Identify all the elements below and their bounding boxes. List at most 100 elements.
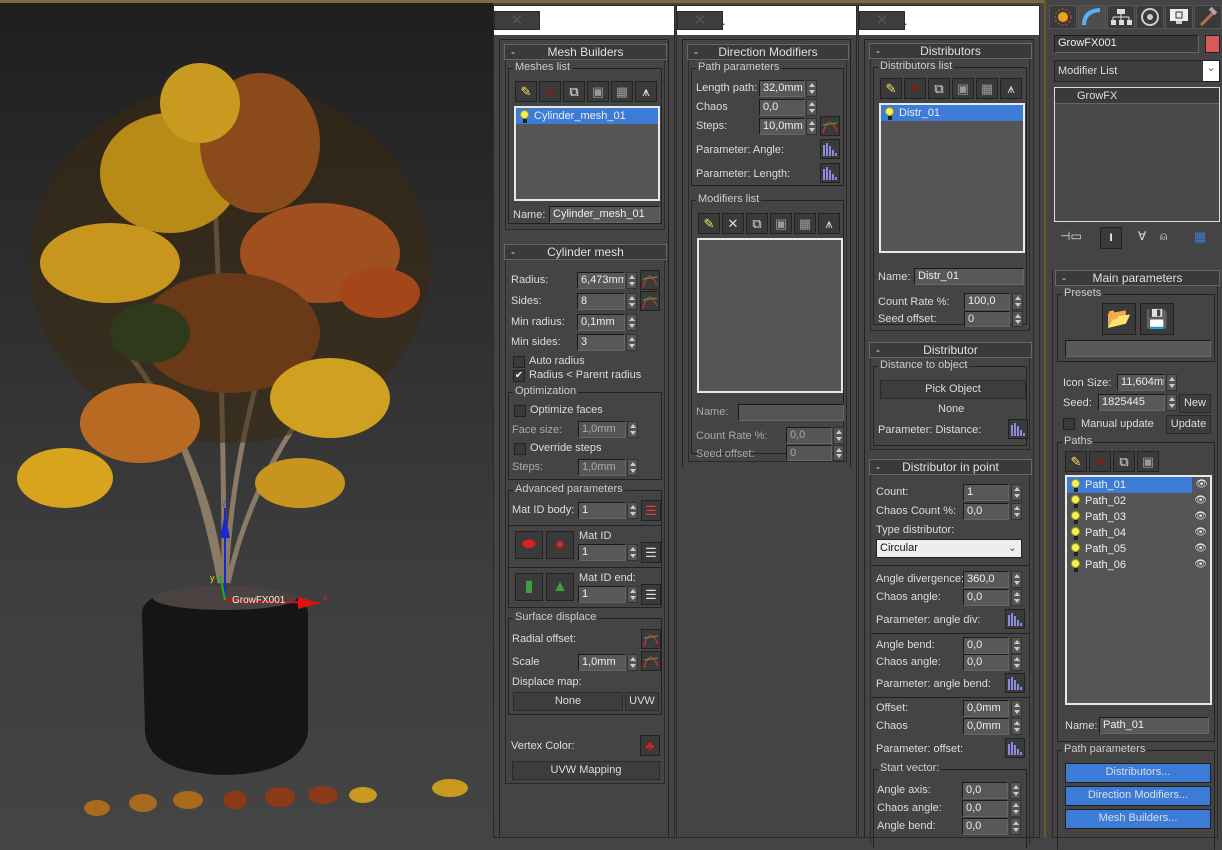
tab-hierarchy[interactable]	[1107, 5, 1135, 29]
tab-motion[interactable]	[1136, 5, 1164, 29]
list-item[interactable]: Path_03 👁	[1067, 509, 1210, 525]
path-name-field[interactable]: Path_01	[1099, 717, 1209, 734]
delete-icon[interactable]: ✕	[904, 78, 926, 99]
mesh-builders-button[interactable]: Mesh Builders...	[1065, 809, 1211, 829]
modifiers-listbox[interactable]	[697, 238, 843, 393]
angle-bend-field[interactable]: 0,0	[963, 637, 1009, 654]
end-flat-icon[interactable]: ▮	[515, 573, 543, 601]
chaos-angle-field[interactable]: 0,0	[963, 654, 1009, 671]
update-button[interactable]: Update	[1166, 415, 1211, 434]
chaos-offset-spinner[interactable]	[1011, 718, 1022, 735]
override-steps-checkbox[interactable]	[514, 443, 526, 455]
list-item[interactable]: Path_06 👁	[1067, 557, 1210, 573]
copy-path-icon[interactable]: ⧉	[1113, 451, 1135, 472]
rollout-header[interactable]: - Direction Modifiers	[687, 44, 849, 60]
curve-icon[interactable]	[640, 270, 660, 290]
add-icon[interactable]: ✎	[698, 213, 720, 234]
direction-modifiers-button[interactable]: Direction Modifiers...	[1065, 786, 1211, 806]
tab-display[interactable]	[1165, 5, 1193, 29]
delete-path-icon[interactable]: ✕	[1089, 451, 1111, 472]
add-icon[interactable]: ✎	[515, 81, 537, 102]
close-button[interactable]: ✕	[859, 11, 905, 30]
visibility-eye-icon[interactable]: 👁	[1194, 525, 1207, 541]
seed-field[interactable]: 1825445	[1098, 394, 1165, 411]
distributors-button[interactable]: Distributors...	[1065, 763, 1211, 783]
angle-bend-spinner[interactable]	[1010, 818, 1021, 835]
window-titlebar[interactable]: D.. — ☐ ✕	[859, 6, 1039, 35]
close-button[interactable]: ✕	[677, 11, 723, 30]
radius-field[interactable]: 6,473mm	[577, 272, 625, 289]
load-preset-folder-icon[interactable]: 📂	[1102, 303, 1136, 335]
icon-size-spinner[interactable]	[1166, 374, 1177, 391]
curve-icon[interactable]	[641, 629, 661, 649]
paste-icon[interactable]: ▣	[952, 78, 974, 99]
face-size-field[interactable]: 1,0mm	[578, 421, 626, 438]
sides-spinner[interactable]	[626, 293, 637, 310]
hierarchy-icon[interactable]: ⩚	[1000, 78, 1022, 99]
angle-divergence-field[interactable]: 360,0	[963, 571, 1009, 588]
name-field[interactable]: Cylinder_mesh_01	[549, 206, 660, 223]
name-field[interactable]: Distr_01	[914, 268, 1024, 285]
chaos-angle-field[interactable]: 0,0	[963, 589, 1009, 606]
paste-path-icon[interactable]: ▣	[1137, 451, 1159, 472]
optimize-faces-checkbox[interactable]	[514, 405, 526, 417]
histogram-icon[interactable]	[820, 163, 840, 183]
mat-id-spinner[interactable]	[627, 544, 638, 561]
angle-bend-field[interactable]: 0,0	[962, 818, 1008, 835]
rollout-header[interactable]: - Cylinder mesh	[504, 244, 667, 260]
vertex-color-icon[interactable]: ♣	[640, 735, 660, 756]
count-rate-field[interactable]: 0,0	[786, 427, 832, 444]
angle-divergence-spinner[interactable]	[1011, 571, 1022, 588]
new-seed-button[interactable]: New	[1179, 394, 1211, 413]
curve-icon[interactable]	[641, 651, 661, 671]
icon-size-field[interactable]: 11,604mm	[1117, 374, 1165, 391]
sides-field[interactable]: 8	[577, 293, 625, 310]
count-field[interactable]: 1	[963, 484, 1009, 501]
pick-object-button[interactable]: Pick Object	[880, 380, 1026, 399]
chaos-offset-field[interactable]: 0,0mm	[963, 718, 1009, 735]
angle-bend-spinner[interactable]	[1011, 637, 1022, 654]
paste-icon[interactable]: ▣	[770, 213, 792, 234]
copy-icon[interactable]: ⧉	[746, 213, 768, 234]
list-icon[interactable]: ☰	[641, 542, 661, 563]
list-item[interactable]: Path_05 👁	[1067, 541, 1210, 557]
min-sides-field[interactable]: 3	[577, 334, 625, 351]
chaos-field[interactable]: 0,0	[759, 99, 805, 116]
uvw-mapping-button[interactable]: UVW Mapping	[512, 761, 660, 780]
steps-spinner[interactable]	[627, 459, 638, 476]
steps-field[interactable]: 10,0mm	[759, 118, 805, 135]
histogram-icon[interactable]	[820, 139, 840, 159]
angle-axis-field[interactable]: 0,0	[962, 782, 1008, 799]
cap-round-icon[interactable]: ●	[546, 531, 574, 559]
count-spinner[interactable]	[1011, 484, 1022, 501]
list-icon[interactable]: ☰	[641, 584, 661, 605]
chaos-angle-field[interactable]: 0,0	[962, 800, 1008, 817]
meshes-listbox[interactable]: Cylinder_mesh_01	[514, 106, 660, 201]
mat-id-body-spinner[interactable]	[627, 502, 638, 519]
uvw-button[interactable]: UVW	[625, 692, 659, 711]
histogram-icon[interactable]	[1005, 609, 1025, 629]
steps-spinner[interactable]	[806, 118, 817, 135]
angle-axis-spinner[interactable]	[1010, 782, 1021, 799]
window-titlebar[interactable]: D.. — ☐ ✕	[677, 6, 856, 35]
radius-parent-checkbox[interactable]: ✔	[513, 370, 525, 382]
list-item[interactable]: Path_04 👁	[1067, 525, 1210, 541]
min-radius-spinner[interactable]	[626, 314, 637, 331]
seed-offset-field[interactable]: 0	[964, 311, 1010, 327]
rollout-header[interactable]: - Distributor in point	[869, 459, 1032, 475]
histogram-icon[interactable]	[1005, 738, 1025, 758]
visibility-eye-icon[interactable]: 👁	[1194, 493, 1207, 509]
mat-id-body-field[interactable]: 1	[578, 502, 626, 519]
offset-field[interactable]: 0,0mm	[963, 700, 1009, 717]
material-list-icon[interactable]: ☰	[641, 500, 661, 521]
histogram-icon[interactable]	[1008, 419, 1028, 439]
tab-create[interactable]	[1049, 5, 1077, 29]
stack-item-growfx[interactable]: GrowFX	[1055, 88, 1219, 104]
rollout-header[interactable]: - Mesh Builders	[504, 44, 667, 60]
delete-icon[interactable]: ✕	[539, 81, 561, 102]
window-titlebar[interactable]: M. — ☐ ✕	[494, 6, 674, 35]
radius-spinner[interactable]	[626, 272, 637, 289]
3d-viewport[interactable]: z x y GrowFX001	[0, 3, 493, 838]
copy-icon[interactable]: ⧉	[563, 81, 585, 102]
face-size-spinner[interactable]	[627, 421, 638, 438]
